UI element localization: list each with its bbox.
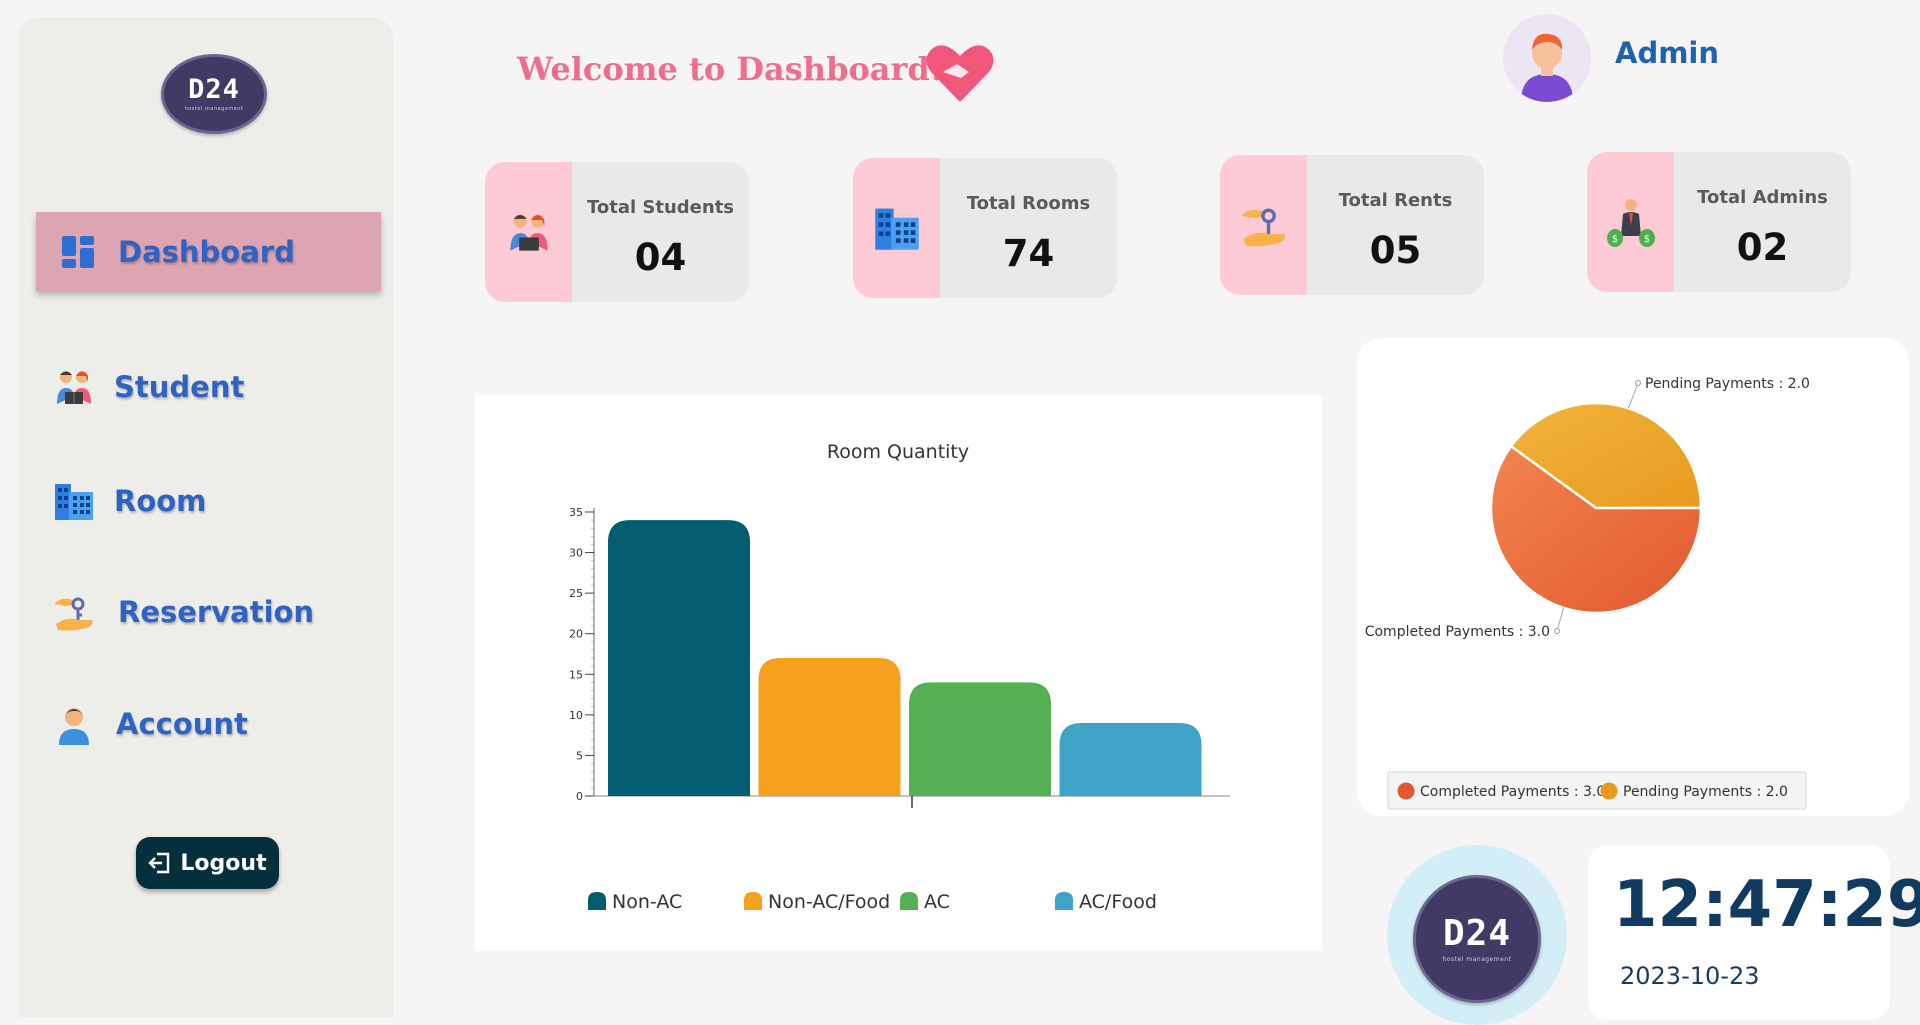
key-hand-icon <box>52 590 96 634</box>
legend-label: AC/Food <box>1079 891 1157 913</box>
welcome-heading: Welcome to Dashboard! <box>517 50 944 88</box>
stat-card-students: Total Students 04 <box>485 162 749 302</box>
stat-label: Total Rents <box>1338 190 1453 211</box>
stat-label: Total Rooms <box>966 193 1091 214</box>
logo-subtitle: hostel management <box>184 106 244 112</box>
bar-ac-food <box>1059 722 1202 796</box>
stat-card-rents: Total Rents 05 <box>1220 155 1484 295</box>
logout-label: Logout <box>180 850 267 876</box>
stat-card-admins: $ $ Total Admins 02 <box>1587 152 1851 292</box>
sidebar-item-account[interactable]: Account <box>52 699 248 749</box>
logo-text: D24 <box>188 74 240 105</box>
pie-leader-dot <box>1554 628 1560 634</box>
building-icon <box>52 479 96 523</box>
chart-title: Room Quantity <box>827 441 969 463</box>
sidebar-item-room[interactable]: Room <box>52 476 206 526</box>
user-icon <box>52 702 96 746</box>
legend-swatch <box>588 892 606 910</box>
app-logo: D24 hostel management <box>161 54 267 134</box>
sidebar-item-student[interactable]: Student <box>52 362 244 412</box>
businessman-icon: $ $ <box>1587 152 1674 292</box>
legend-label: AC <box>924 891 950 913</box>
pie-label-completed: Completed Payments : 3.0 <box>1365 624 1550 640</box>
y-tick-label: 0 <box>576 790 583 803</box>
students-icon <box>485 162 572 302</box>
legend-swatch <box>1397 782 1415 800</box>
bar-ac <box>909 682 1051 796</box>
legend-label: Completed Payments : 3.0 <box>1420 784 1605 800</box>
logo-subtitle: hostel management <box>1442 955 1512 963</box>
sidebar-item-dashboard[interactable]: Dashboard <box>36 212 381 291</box>
y-tick-label: 15 <box>569 668 583 681</box>
pie-leader-dot <box>1635 380 1641 386</box>
logout-icon <box>148 852 170 874</box>
stat-card-rooms: Total Rooms 74 <box>853 158 1117 298</box>
handshake-heart-icon <box>925 42 995 109</box>
svg-text:$: $ <box>1643 234 1649 245</box>
bar-non-ac-food <box>758 658 901 796</box>
footer-logo: D24 hostel management <box>1413 875 1541 1003</box>
logo-text: D24 <box>1442 912 1512 954</box>
y-tick-label: 5 <box>576 749 583 762</box>
payments-pie-chart: Pending Payments : 2.0 Completed Payments… <box>1357 338 1909 816</box>
logout-button[interactable]: Logout <box>136 837 279 889</box>
dashboard-icon <box>56 230 100 274</box>
admin-name[interactable]: Admin <box>1615 36 1719 70</box>
sidebar-item-label: Reservation <box>118 595 315 629</box>
legend-swatch <box>1055 892 1073 910</box>
pie-chart-svg: Pending Payments : 2.0 Completed Payments… <box>1365 376 1810 810</box>
legend-swatch <box>1600 782 1618 800</box>
students-icon <box>52 365 96 409</box>
clock-time: 12:47:29 <box>1613 868 1920 942</box>
sidebar-item-label: Dashboard <box>118 234 295 269</box>
bar-chart-svg: Room Quantity 0 5 10 15 20 25 30 35 Non-AC Non-AC/… <box>569 441 1230 913</box>
stat-label: Total Students <box>586 197 735 218</box>
legend-label: Non-AC <box>612 891 682 913</box>
sidebar-item-label: Room <box>114 484 207 518</box>
sidebar-item-reservation[interactable]: Reservation <box>52 587 314 637</box>
building-icon <box>853 158 940 298</box>
avatar[interactable] <box>1503 14 1591 102</box>
stat-value: 74 <box>1002 232 1055 275</box>
pie-leader-line <box>1627 382 1639 409</box>
stat-label: Total Admins <box>1697 187 1828 208</box>
y-tick-label: 30 <box>569 547 583 560</box>
sidebar-item-label: Account <box>116 707 248 741</box>
legend-swatch <box>744 892 762 910</box>
y-tick-label: 35 <box>569 506 583 519</box>
legend-label: Pending Payments : 2.0 <box>1623 784 1788 800</box>
stat-value: 05 <box>1369 229 1422 272</box>
pie-label-pending: Pending Payments : 2.0 <box>1645 376 1810 392</box>
legend-swatch <box>900 892 918 910</box>
y-tick-label: 10 <box>569 709 583 722</box>
key-hand-icon <box>1220 155 1307 295</box>
legend-label: Non-AC/Food <box>768 891 890 913</box>
y-tick-label: 20 <box>569 628 583 641</box>
clock-date: 2023-10-23 <box>1620 962 1760 990</box>
sidebar-item-label: Student <box>114 370 245 404</box>
room-quantity-chart: Room Quantity 0 5 10 15 20 25 30 35 Non-AC Non-AC/… <box>475 395 1322 951</box>
svg-text:$: $ <box>1611 234 1617 245</box>
pie-leader-line <box>1556 607 1565 632</box>
bar-non-ac <box>608 520 750 796</box>
stat-value: 02 <box>1736 226 1789 269</box>
y-tick-label: 25 <box>569 587 583 600</box>
stat-value: 04 <box>634 236 687 279</box>
